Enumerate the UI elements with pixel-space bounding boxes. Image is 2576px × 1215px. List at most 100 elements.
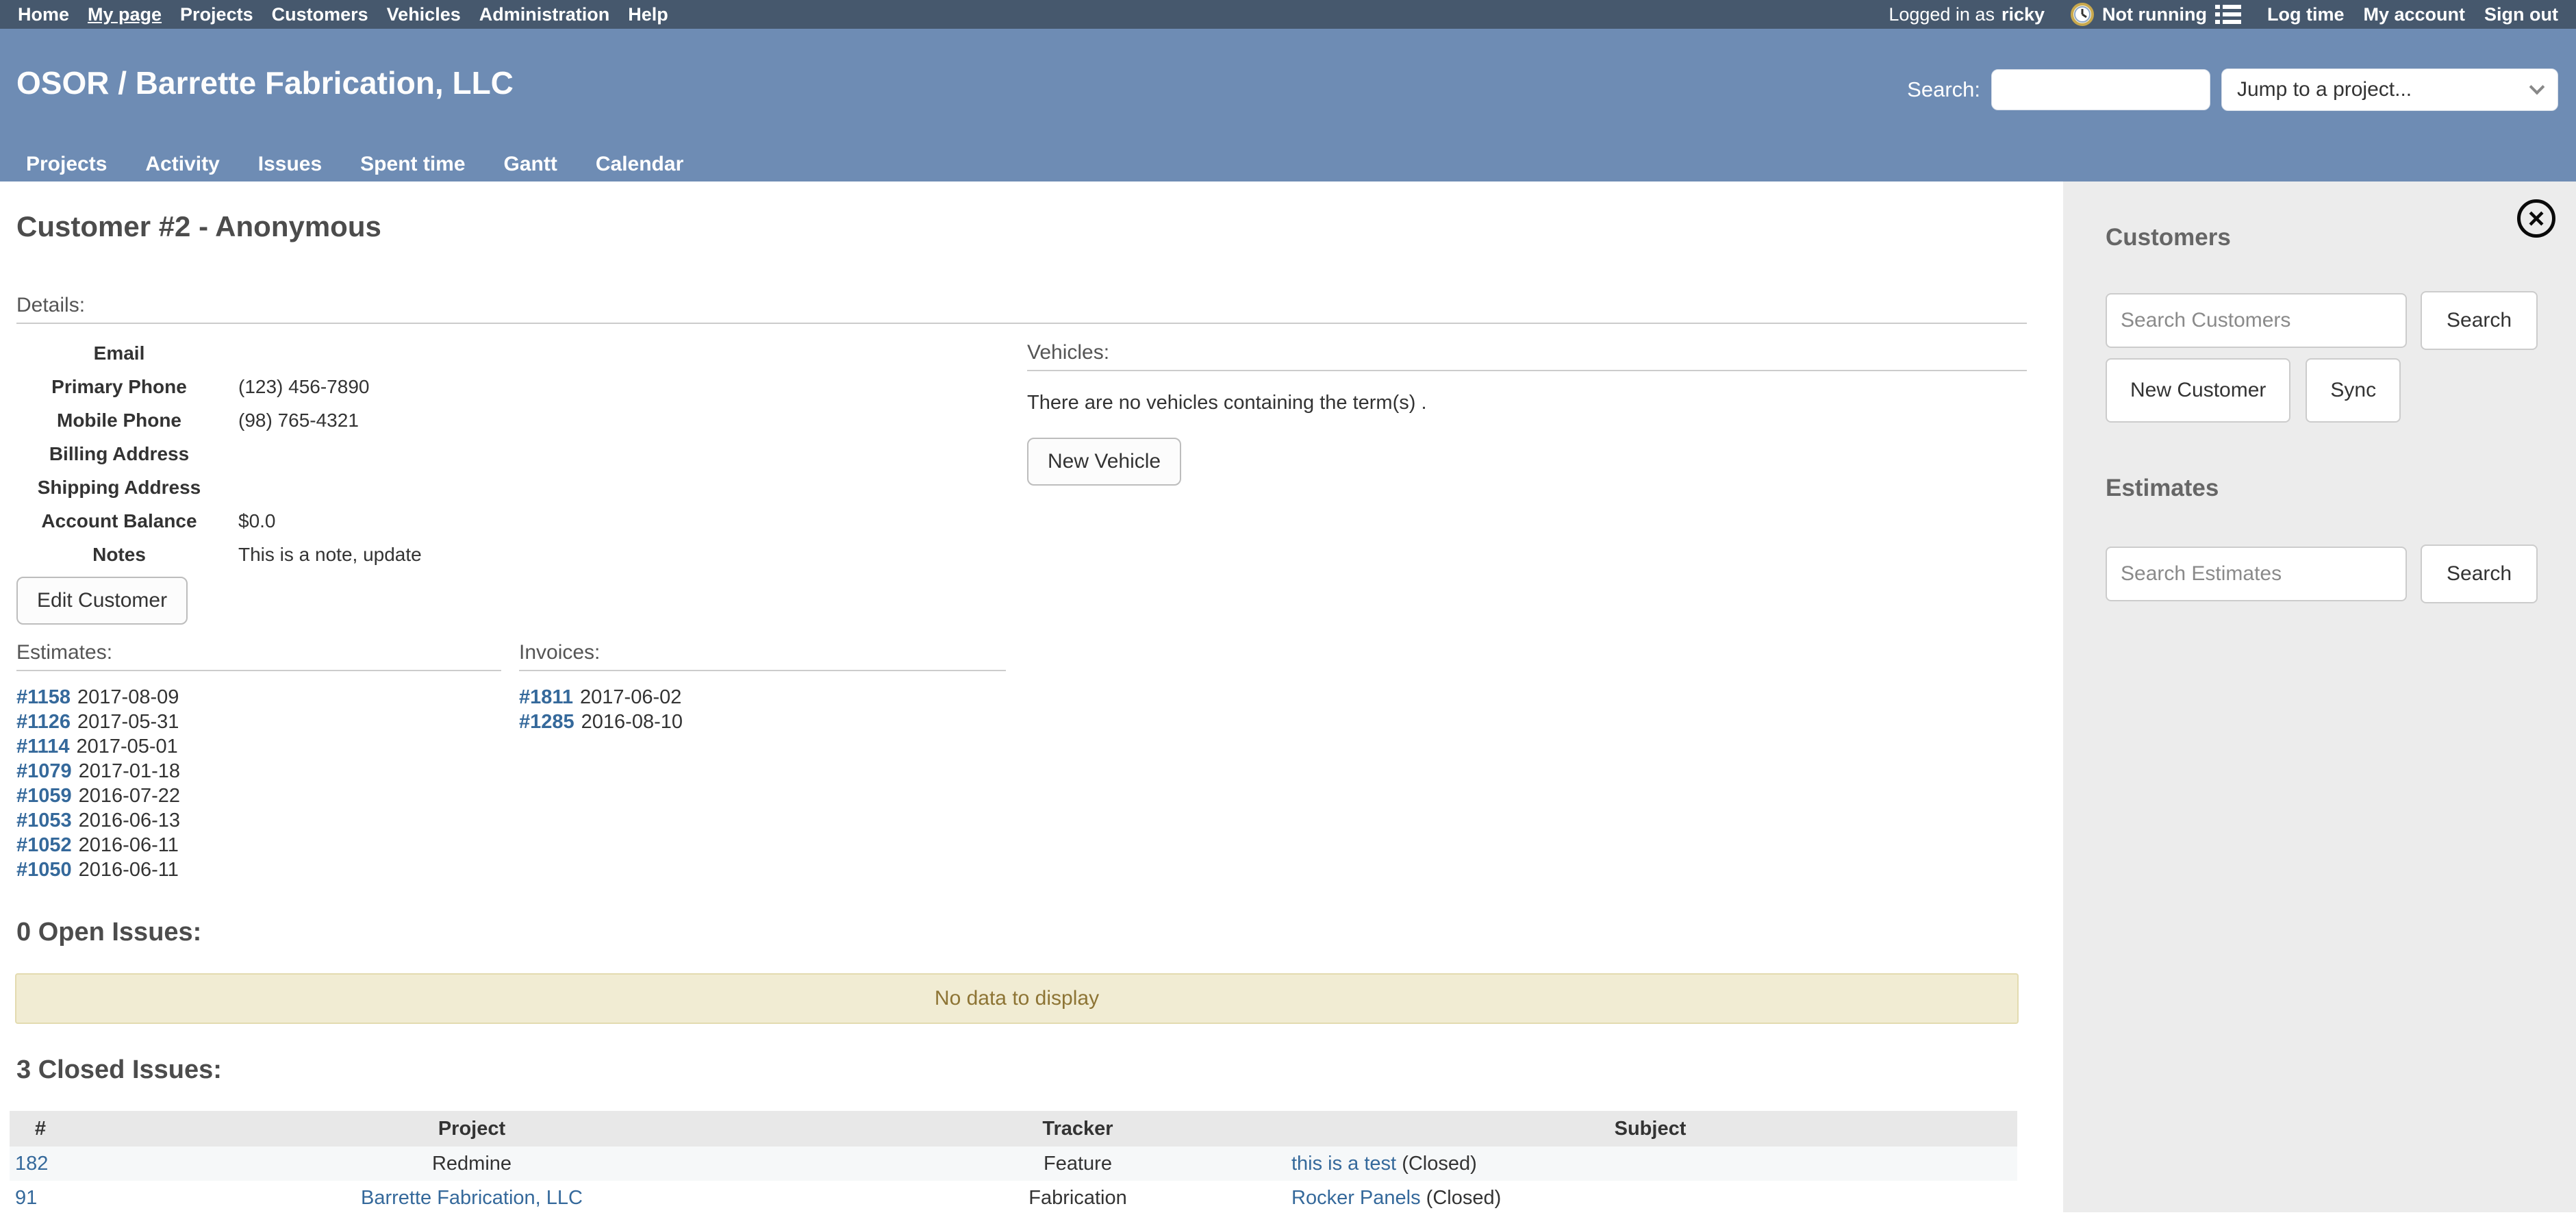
field-label-primary-phone: Primary Phone bbox=[16, 370, 222, 403]
field-label-shipping-address: Shipping Address bbox=[16, 471, 222, 504]
menu-help[interactable]: Help bbox=[628, 4, 668, 25]
table-header-row: # Project Tracker Subject bbox=[10, 1111, 2017, 1147]
estimate-date: 2016-07-22 bbox=[79, 785, 180, 807]
estimate-link[interactable]: #1158 bbox=[16, 686, 71, 708]
issue-project-link[interactable]: Barrette Fabrication, LLC bbox=[361, 1187, 583, 1209]
field-value-account-balance: $0.0 bbox=[222, 504, 2063, 538]
invoices-divider bbox=[519, 670, 1006, 671]
sidebar: × Customers Search New Customer Sync Est… bbox=[2063, 181, 2576, 1212]
sign-out-link[interactable]: Sign out bbox=[2484, 4, 2558, 25]
menu-projects[interactable]: Projects bbox=[180, 4, 253, 25]
estimates-search-button[interactable]: Search bbox=[2421, 544, 2538, 603]
tab-gantt[interactable]: Gantt bbox=[504, 153, 557, 176]
log-time-link[interactable]: Log time bbox=[2267, 4, 2345, 25]
field-label-email: Email bbox=[16, 336, 222, 370]
estimate-date: 2017-01-18 bbox=[79, 760, 180, 782]
estimates-invoices-row: Estimates: #11582017-08-09 #11262017-05-… bbox=[16, 641, 2063, 882]
issue-subject-link[interactable]: Rocker Panels bbox=[1291, 1187, 1421, 1209]
list-item: #1158 2017-08-09 bbox=[16, 685, 519, 710]
clock-icon[interactable] bbox=[2071, 3, 2094, 26]
project-jump-value: Jump to a project... bbox=[2237, 78, 2412, 101]
list-item: #1059 2016-07-22 bbox=[16, 784, 519, 808]
no-data-notice: No data to display bbox=[15, 973, 2019, 1024]
customers-action-row: New Customer Sync bbox=[2106, 358, 2401, 423]
estimate-link[interactable]: #1059 bbox=[16, 785, 72, 807]
invoice-link[interactable]: #1285 bbox=[519, 711, 574, 733]
column-header-subject: Subject bbox=[1283, 1111, 2017, 1147]
tab-projects[interactable]: Projects bbox=[26, 153, 107, 176]
list-item: #10502016-06-11 bbox=[16, 857, 519, 882]
column-header-id: # bbox=[10, 1111, 71, 1147]
list-item: #11262017-05-31 bbox=[16, 710, 519, 734]
search-input[interactable] bbox=[1991, 69, 2210, 110]
closed-issues-table: # Project Tracker Subject 182 Redmine Fe… bbox=[10, 1111, 2017, 1215]
top-menu: Home My page Projects Customers Vehicles… bbox=[18, 4, 668, 25]
project-tabs: Projects Activity Issues Spent time Gant… bbox=[26, 153, 683, 176]
menu-customers[interactable]: Customers bbox=[272, 4, 368, 25]
customers-search-input[interactable] bbox=[2106, 293, 2407, 348]
closed-issues-heading: 3 Closed Issues: bbox=[16, 1055, 2063, 1085]
menu-home[interactable]: Home bbox=[18, 4, 69, 25]
sync-button[interactable]: Sync bbox=[2306, 358, 2401, 423]
chevron-down-icon bbox=[2529, 79, 2545, 95]
estimates-list: #1158 2017-08-09 #11262017-05-31 #1114 201… bbox=[16, 685, 519, 882]
sidebar-customers-heading: Customers bbox=[2106, 224, 2231, 251]
estimate-date: 2016-06-13 bbox=[79, 810, 180, 831]
estimates-search-input[interactable] bbox=[2106, 547, 2407, 601]
new-vehicle-button[interactable]: New Vehicle bbox=[1027, 438, 1181, 486]
estimate-link[interactable]: #1050 bbox=[16, 859, 72, 881]
issue-tracker: Fabrication bbox=[1028, 1187, 1126, 1209]
issue-status: (Closed) bbox=[1426, 1187, 1502, 1209]
list-item: #1114 2017-05-01 bbox=[16, 734, 519, 759]
page-header-title: OSOR / Barrette Fabrication, LLC bbox=[16, 64, 514, 101]
tab-issues[interactable]: Issues bbox=[258, 153, 322, 176]
invoices-list: #1811 2017-06-02 #12852016-08-10 bbox=[519, 685, 1012, 734]
vehicles-empty-message: There are no vehicles containing the ter… bbox=[1027, 392, 2027, 414]
tab-activity[interactable]: Activity bbox=[145, 153, 219, 176]
estimates-block: Estimates: #11582017-08-09 #11262017-05-… bbox=[16, 641, 519, 882]
customers-search-button[interactable]: Search bbox=[2421, 291, 2538, 350]
menu-vehicles[interactable]: Vehicles bbox=[387, 4, 461, 25]
menu-administration[interactable]: Administration bbox=[479, 4, 610, 25]
search-label: Search: bbox=[1907, 77, 1980, 102]
new-customer-button[interactable]: New Customer bbox=[2106, 358, 2290, 423]
estimate-link[interactable]: #1126 bbox=[16, 711, 71, 733]
invoices-section-label: Invoices: bbox=[519, 641, 1012, 664]
timer-group: Not running bbox=[2071, 3, 2241, 26]
my-account-link[interactable]: My account bbox=[2363, 4, 2465, 25]
tab-spent-time[interactable]: Spent time bbox=[360, 153, 465, 176]
issue-project: Redmine bbox=[432, 1153, 512, 1175]
issue-id-link[interactable]: 91 bbox=[15, 1187, 37, 1209]
menu-my-page[interactable]: My page bbox=[88, 4, 162, 25]
vehicles-divider bbox=[1027, 370, 2027, 371]
list-item: #1079 2017-01-18 bbox=[16, 759, 519, 784]
logged-in-username: ricky bbox=[2002, 4, 2045, 25]
estimate-link[interactable]: #1079 bbox=[16, 760, 72, 782]
field-value-notes: This is a note, update bbox=[222, 538, 2063, 571]
list-item: #1811 2017-06-02 bbox=[519, 685, 1012, 710]
project-jump-select[interactable]: Jump to a project... bbox=[2221, 68, 2558, 111]
details-section-label: Details: bbox=[16, 294, 2063, 317]
sidebar-estimates-heading: Estimates bbox=[2106, 475, 2219, 502]
list-item: #1053 2016-06-13 bbox=[16, 808, 519, 833]
estimate-link[interactable]: #1052 bbox=[16, 834, 72, 856]
table-row: 182 Redmine Feature this is a test (Clos… bbox=[10, 1147, 2017, 1181]
estimate-date: 2017-05-01 bbox=[76, 736, 177, 757]
list-item: #12852016-08-10 bbox=[519, 710, 1012, 734]
tab-calendar[interactable]: Calendar bbox=[596, 153, 683, 176]
issue-tracker: Feature bbox=[1044, 1153, 1112, 1175]
edit-customer-button[interactable]: Edit Customer bbox=[16, 577, 188, 625]
main-content: Customer #2 - Anonymous Details: Email P… bbox=[0, 181, 2063, 1212]
list-icon[interactable] bbox=[2215, 4, 2241, 25]
issue-id-link[interactable]: 182 bbox=[15, 1153, 48, 1175]
header-band: OSOR / Barrette Fabrication, LLC Search:… bbox=[0, 29, 2576, 181]
estimate-date: 2017-08-09 bbox=[77, 686, 179, 708]
issue-subject-link[interactable]: this is a test bbox=[1291, 1153, 1396, 1175]
close-icon[interactable]: × bbox=[2517, 199, 2555, 238]
estimate-link[interactable]: #1114 bbox=[16, 736, 69, 757]
invoice-link[interactable]: #1811 bbox=[519, 686, 573, 708]
estimate-link[interactable]: #1053 bbox=[16, 810, 72, 831]
invoice-date: 2017-06-02 bbox=[580, 686, 681, 708]
table-row: 91 Barrette Fabrication, LLC Fabrication… bbox=[10, 1181, 2017, 1215]
field-label-billing-address: Billing Address bbox=[16, 437, 222, 471]
